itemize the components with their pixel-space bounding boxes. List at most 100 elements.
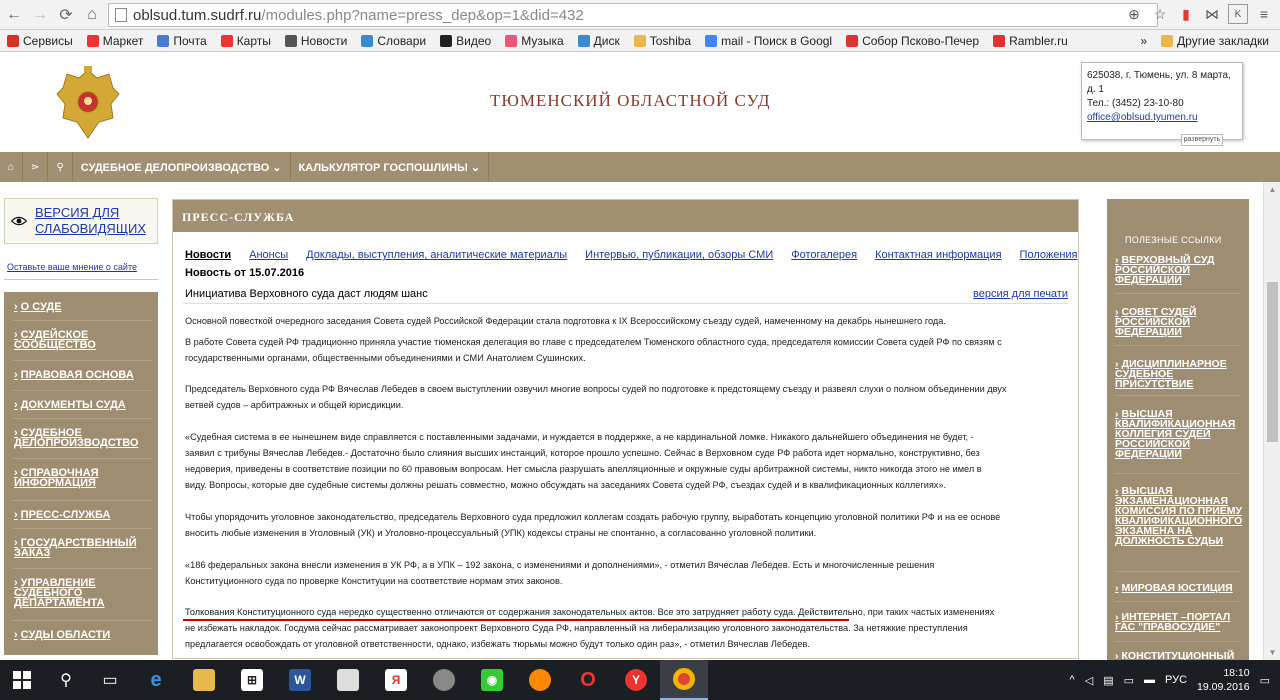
- useful-link[interactable]: › ВЫСШАЯ КВАЛИФИКАЦИОННАЯ КОЛЛЕГИЯ СУДЕЙ …: [1115, 409, 1247, 460]
- tab-item[interactable]: Фотогалерея: [791, 249, 857, 261]
- chevron-right-icon: ›: [14, 399, 18, 411]
- low-vision-version[interactable]: ВЕРСИЯ ДЛЯ СЛАБОВИДЯЩИХ: [4, 198, 158, 244]
- chrome-icon[interactable]: [660, 660, 708, 700]
- nav-judicial-records[interactable]: СУДЕБНОЕ ДЕЛОПРОИЗВОДСТВО ⌄: [73, 152, 291, 182]
- useful-link[interactable]: › МИРОВАЯ ЮСТИЦИЯ: [1115, 583, 1247, 594]
- left-nav-item[interactable]: › О СУДЕ: [4, 301, 144, 313]
- tray-up-icon[interactable]: ^: [1070, 674, 1075, 686]
- word-icon[interactable]: W: [276, 660, 324, 700]
- home-nav-icon[interactable]: ⌂: [0, 152, 24, 182]
- left-nav-item[interactable]: › СУДЕБНОЕ ДЕЛОПРОИЗВОДСТВО: [4, 428, 144, 449]
- bookmark-item[interactable]: Словари: [354, 34, 433, 48]
- sitemap-icon[interactable]: ⋗: [23, 152, 49, 182]
- bookmark-item[interactable]: Маркет: [80, 34, 151, 48]
- search-icon[interactable]: ⚲: [44, 660, 88, 700]
- scroll-down-icon[interactable]: ▼: [1264, 645, 1280, 660]
- media-icon[interactable]: [420, 660, 468, 700]
- tab-item[interactable]: Контактная информация: [875, 249, 1001, 261]
- bookmark-item[interactable]: Музыка: [498, 34, 570, 48]
- battery-icon[interactable]: ▭: [1124, 674, 1134, 687]
- divider: [4, 279, 158, 280]
- tab-item[interactable]: Положения: [1020, 249, 1078, 261]
- notifications-icon[interactable]: ▬: [1144, 674, 1155, 686]
- chat-icon[interactable]: ◉: [468, 660, 516, 700]
- press-tabs: Новости Анонсы Доклады, выступления, анали…: [185, 249, 1078, 261]
- scroll-thumb[interactable]: [1267, 282, 1278, 442]
- tab-item[interactable]: Новости: [185, 249, 231, 261]
- bookmarks-more[interactable]: »: [1133, 34, 1154, 48]
- zoom-icon[interactable]: ⊕: [1124, 4, 1144, 24]
- other-bookmarks[interactable]: Другие закладки: [1154, 34, 1276, 48]
- contact-email[interactable]: office@oblsud.tyumen.ru: [1087, 112, 1198, 123]
- bookmark-item[interactable]: Почта: [150, 34, 213, 48]
- bookmark-item[interactable]: Видео: [433, 34, 498, 48]
- useful-link[interactable]: › СОВЕТ СУДЕЙ РОССИЙСКОЙ ФЕДЕРАЦИИ: [1115, 307, 1247, 338]
- print-version-link[interactable]: версия для печати: [973, 288, 1068, 300]
- forward-icon[interactable]: →: [28, 3, 52, 27]
- left-nav-item[interactable]: › СУДЫ ОБЛАСТИ: [4, 630, 144, 641]
- useful-link[interactable]: › ИНТЕРНЕТ –ПОРТАЛ ГАС "ПРАВОСУДИЕ": [1115, 612, 1247, 633]
- extension-icon[interactable]: ⋈: [1202, 4, 1222, 24]
- windows-start-icon[interactable]: [0, 660, 44, 700]
- browser-toolbar: ← → ⟳ ⌂ oblsud.tum.sudrf.ru /modules.php…: [0, 0, 1280, 30]
- bookmark-item[interactable]: Диск: [571, 34, 627, 48]
- reload-icon[interactable]: ⟳: [54, 3, 78, 27]
- bookmark-item[interactable]: Сервисы: [0, 34, 80, 48]
- app-icon[interactable]: [516, 660, 564, 700]
- left-nav-item[interactable]: › ГОСУДАРСТВЕННЫЙ ЗАКАЗ: [4, 538, 144, 559]
- useful-link[interactable]: › ВЕРХОВНЫЙ СУД РОССИЙСКОЙ ФЕДЕРАЦИИ: [1115, 255, 1247, 286]
- feedback-link[interactable]: Оставьте ваше мнение о сайте: [7, 262, 137, 272]
- opera-icon[interactable]: O: [564, 660, 612, 700]
- menu-icon[interactable]: ≡: [1254, 4, 1274, 24]
- clock[interactable]: 18:10 19.09.2016: [1197, 666, 1250, 694]
- left-nav-item[interactable]: › СУДЕЙСКОЕ СООБЩЕСТВО: [4, 330, 144, 351]
- bookmark-item[interactable]: Toshiba: [627, 34, 698, 48]
- bookmark-item[interactable]: Собор Псково-Печер: [839, 34, 986, 48]
- network-icon[interactable]: ▤: [1103, 674, 1113, 687]
- tab-item[interactable]: Доклады, выступления, аналитические мате…: [306, 249, 567, 261]
- bookmark-icon: [577, 34, 590, 47]
- address-bar[interactable]: oblsud.tum.sudrf.ru /modules.php?name=pr…: [108, 3, 1158, 27]
- task-view-icon[interactable]: ▭: [88, 660, 132, 700]
- nav-fee-calculator[interactable]: КАЛЬКУЛЯТОР ГОСПОШЛИНЫ ⌄: [291, 152, 490, 182]
- store-icon[interactable]: ⊞: [228, 660, 276, 700]
- bookmark-flag-icon[interactable]: ▮: [1176, 4, 1196, 24]
- yandex-icon[interactable]: Я: [372, 660, 420, 700]
- yandex-browser-icon[interactable]: Y: [612, 660, 660, 700]
- scrollbar[interactable]: ▲ ▼: [1263, 182, 1280, 660]
- divider: [12, 360, 152, 361]
- tab-item[interactable]: Интервью, публикации, обзоры СМИ: [585, 249, 773, 261]
- kaspersky-icon[interactable]: K: [1228, 4, 1248, 24]
- language-indicator[interactable]: РУС: [1165, 674, 1187, 686]
- file-explorer-icon[interactable]: [180, 660, 228, 700]
- useful-link[interactable]: › ВЫСШАЯ ЭКЗАМЕНАЦИОННАЯ КОМИССИЯ ПО ПРИЕ…: [1115, 486, 1247, 547]
- left-nav-item[interactable]: › УПРАВЛЕНИЕ СУДЕБНОГО ДЕПАРТАМЕНТА: [4, 578, 144, 609]
- left-nav-item[interactable]: › СПРАВОЧНАЯ ИНФОРМАЦИЯ: [4, 468, 144, 489]
- bookmark-item[interactable]: Rambler.ru: [986, 34, 1075, 48]
- useful-link[interactable]: › ДИСЦИПЛИНАРНОЕ СУДЕБНОЕ ПРИСУТСТВИЕ: [1115, 359, 1247, 390]
- article-text-line: заявил с трибуны Вячеслав Лебедев.- Дост…: [185, 448, 980, 458]
- bookmark-item[interactable]: Карты: [214, 34, 278, 48]
- bookmark-item[interactable]: mail - Поиск в Googl: [698, 34, 839, 48]
- divider: [12, 390, 152, 391]
- expand-button[interactable]: развернуть: [1181, 134, 1223, 146]
- left-nav-item[interactable]: › ПРЕСС-СЛУЖБА: [4, 510, 144, 521]
- divider: [1115, 345, 1241, 346]
- notes-icon[interactable]: [324, 660, 372, 700]
- left-nav-item[interactable]: › ПРАВОВАЯ ОСНОВА: [4, 370, 144, 381]
- tab-item[interactable]: Анонсы: [249, 249, 288, 261]
- bookmark-icon: [220, 34, 233, 47]
- edge-icon[interactable]: e: [132, 660, 180, 700]
- chevron-right-icon: ›: [14, 301, 18, 313]
- star-icon[interactable]: ☆: [1150, 4, 1170, 24]
- volume-icon[interactable]: ◁: [1085, 674, 1093, 687]
- divider: [1115, 571, 1241, 572]
- action-center-icon[interactable]: ▭: [1260, 674, 1270, 687]
- left-nav-item[interactable]: › ДОКУМЕНТЫ СУДА: [4, 399, 144, 411]
- bookmark-item[interactable]: Новости: [278, 34, 354, 48]
- search-icon[interactable]: ⚲: [48, 152, 73, 182]
- article-text-line: не избежать накладок. Госдума сейчас рас…: [185, 623, 968, 633]
- scroll-up-icon[interactable]: ▲: [1264, 182, 1280, 197]
- home-icon[interactable]: ⌂: [80, 3, 104, 27]
- back-icon[interactable]: ←: [2, 3, 26, 27]
